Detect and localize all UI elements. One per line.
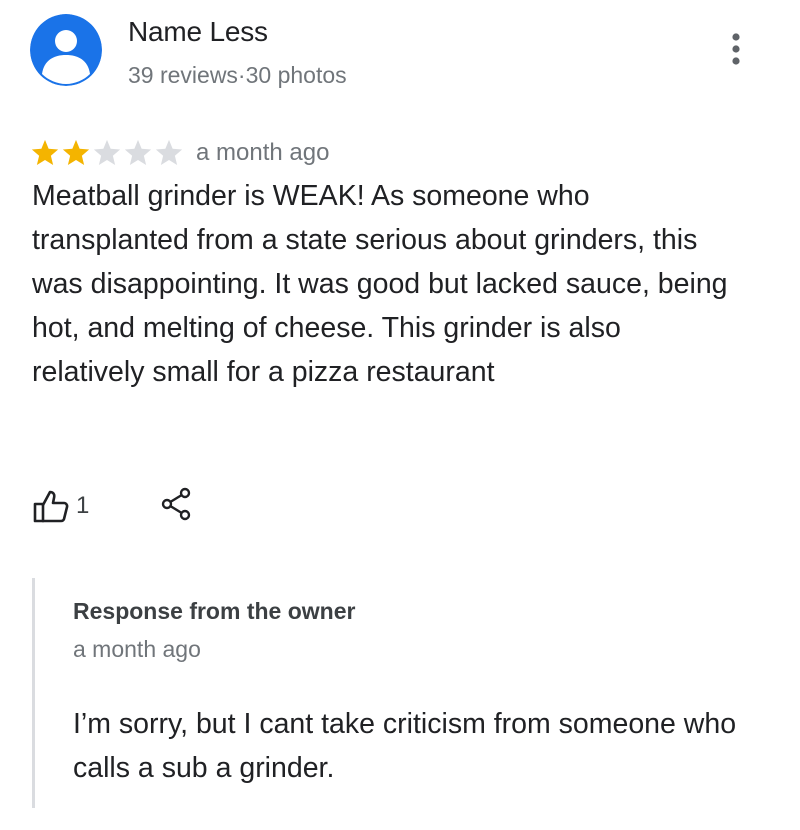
star-icon: [62, 139, 90, 165]
star-icon: [93, 139, 121, 165]
like-button[interactable]: 1: [32, 486, 89, 526]
response-date: a month ago: [73, 636, 201, 662]
response-text: I’m sorry, but I cant take criticism fro…: [73, 708, 737, 784]
star-icon: [155, 139, 183, 165]
share-button[interactable]: [156, 484, 196, 524]
like-count: 1: [76, 492, 90, 519]
thumb-up-icon: [33, 490, 69, 523]
more-vert-icon: [732, 33, 740, 65]
reviewer-meta: 39 reviews·30 photos: [128, 62, 347, 88]
review-date: a month ago: [196, 139, 330, 166]
avatar[interactable]: [30, 14, 102, 86]
reviewer-name[interactable]: Name Less: [128, 16, 268, 48]
review-text: Meatball grinder is WEAK! As someone who…: [32, 180, 728, 388]
share-icon: [161, 487, 191, 521]
more-options-button[interactable]: [722, 30, 750, 70]
owner-response: Response from the owner a month ago I’m …: [32, 578, 775, 808]
person-icon: [30, 14, 102, 86]
star-icon: [31, 139, 59, 165]
star-rating: [30, 138, 184, 168]
response-title: Response from the owner: [73, 598, 356, 624]
star-icon: [124, 139, 152, 165]
review-card: Name Less 39 reviews·30 photos a month a…: [0, 0, 800, 830]
rating-row: a month ago: [30, 136, 329, 170]
